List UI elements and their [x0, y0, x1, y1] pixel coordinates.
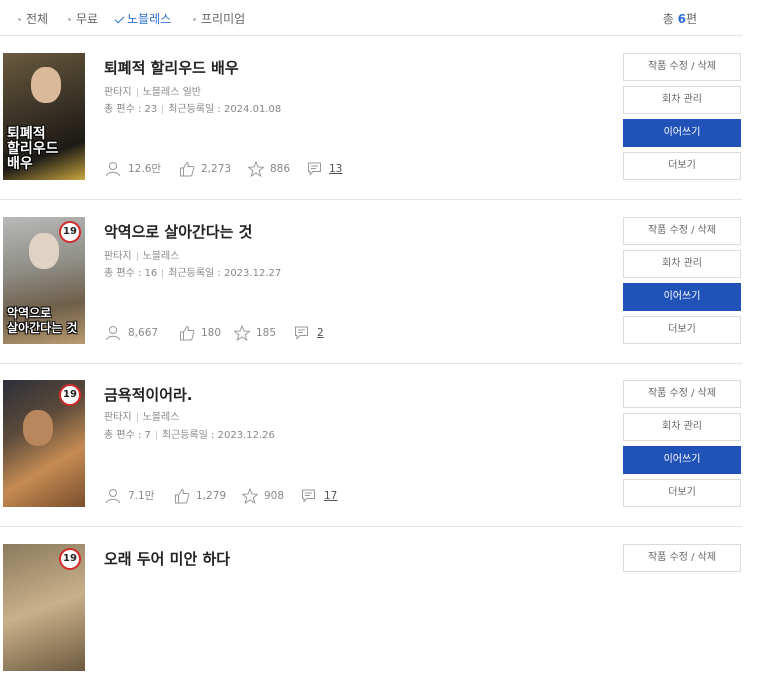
work-item: 19 금욕적이어라. 판타지 노블레스 총 편수 : 7 최근등록일 : 2023.… — [0, 363, 742, 527]
bullet-icon — [193, 18, 196, 21]
work-info: 총 편수 : 23 최근등록일 : 2024.01.08 — [104, 104, 282, 115]
total-count: 총 6편 — [662, 12, 697, 26]
separator — [136, 251, 138, 261]
separator — [155, 430, 157, 440]
comment-icon — [302, 489, 315, 503]
continue-writing-button[interactable]: 이어쓰기 — [623, 119, 741, 147]
star-icon — [242, 488, 258, 504]
work-genre: 판타지 노블레스 일반 — [104, 87, 201, 98]
filter-bar: 전체 무료 노블레스 프리미엄 총 6편 — [0, 0, 742, 36]
episode-manage-button[interactable]: 회차 관리 — [623, 413, 741, 441]
separator — [162, 104, 164, 114]
separator — [162, 268, 164, 278]
thumbs-up-icon — [175, 488, 190, 504]
age-19-badge: 19 — [59, 548, 81, 570]
more-button[interactable]: 더보기 — [623, 316, 741, 344]
work-title[interactable]: 악역으로 살아간다는 것 — [104, 221, 252, 242]
comment-icon — [308, 162, 321, 176]
filter-noblesse[interactable]: 노블레스 — [114, 10, 171, 27]
work-item: 19 오래 두어 미안 하다 작품 수정 / 삭제 — [0, 527, 742, 690]
continue-writing-button[interactable]: 이어쓰기 — [623, 446, 741, 474]
work-title[interactable]: 금욕적이어라. — [104, 384, 193, 405]
age-19-badge: 19 — [59, 221, 81, 243]
person-icon — [106, 162, 120, 177]
person-icon — [106, 326, 120, 341]
check-icon — [114, 13, 125, 23]
episode-manage-button[interactable]: 회차 관리 — [623, 250, 741, 278]
thumbs-up-icon — [180, 161, 195, 177]
star-icon — [234, 325, 250, 341]
work-title[interactable]: 퇴폐적 할리우드 배우 — [104, 57, 239, 78]
thumbs-up-icon — [180, 325, 195, 341]
work-genre: 판타지 노블레스 — [104, 251, 180, 262]
continue-writing-button[interactable]: 이어쓰기 — [623, 283, 741, 311]
cover-image[interactable]: 19 악역으로 살아간다는 것 — [3, 217, 85, 344]
person-icon — [106, 489, 120, 504]
star-icon — [248, 161, 264, 177]
edit-delete-button[interactable]: 작품 수정 / 삭제 — [623, 380, 741, 408]
more-button[interactable]: 더보기 — [623, 479, 741, 507]
work-item: 19 악역으로 살아간다는 것 악역으로 살아간다는 것 판타지 노블레스 총 편수… — [0, 200, 742, 364]
comment-icon — [295, 326, 308, 340]
cover-title-text: 퇴폐적 할리우드 배우 — [7, 126, 59, 172]
filter-premium[interactable]: 프리미엄 — [193, 10, 245, 27]
more-button[interactable]: 더보기 — [623, 152, 741, 180]
age-19-badge: 19 — [59, 384, 81, 406]
work-title[interactable]: 오래 두어 미안 하다 — [104, 548, 230, 569]
edit-delete-button[interactable]: 작품 수정 / 삭제 — [623, 544, 741, 572]
separator — [136, 412, 138, 422]
work-item: 퇴폐적 할리우드 배우 퇴폐적 할리우드 배우 판타지 노블레스 일반 총 편수 : … — [0, 36, 742, 200]
work-genre: 판타지 노블레스 — [104, 412, 180, 423]
filter-all[interactable]: 전체 — [18, 10, 48, 27]
cover-image[interactable]: 19 — [3, 544, 85, 671]
bullet-icon — [18, 18, 21, 21]
cover-image[interactable]: 퇴폐적 할리우드 배우 — [3, 53, 85, 180]
cover-image[interactable]: 19 — [3, 380, 85, 507]
edit-delete-button[interactable]: 작품 수정 / 삭제 — [623, 53, 741, 81]
work-info: 총 편수 : 7 최근등록일 : 2023.12.26 — [104, 430, 275, 441]
work-info: 총 편수 : 16 최근등록일 : 2023.12.27 — [104, 268, 282, 279]
episode-manage-button[interactable]: 회차 관리 — [623, 86, 741, 114]
bullet-icon — [68, 18, 71, 21]
edit-delete-button[interactable]: 작품 수정 / 삭제 — [623, 217, 741, 245]
separator — [136, 87, 138, 97]
filter-free[interactable]: 무료 — [68, 10, 98, 27]
cover-title-text: 악역으로 살아간다는 것 — [7, 306, 78, 335]
